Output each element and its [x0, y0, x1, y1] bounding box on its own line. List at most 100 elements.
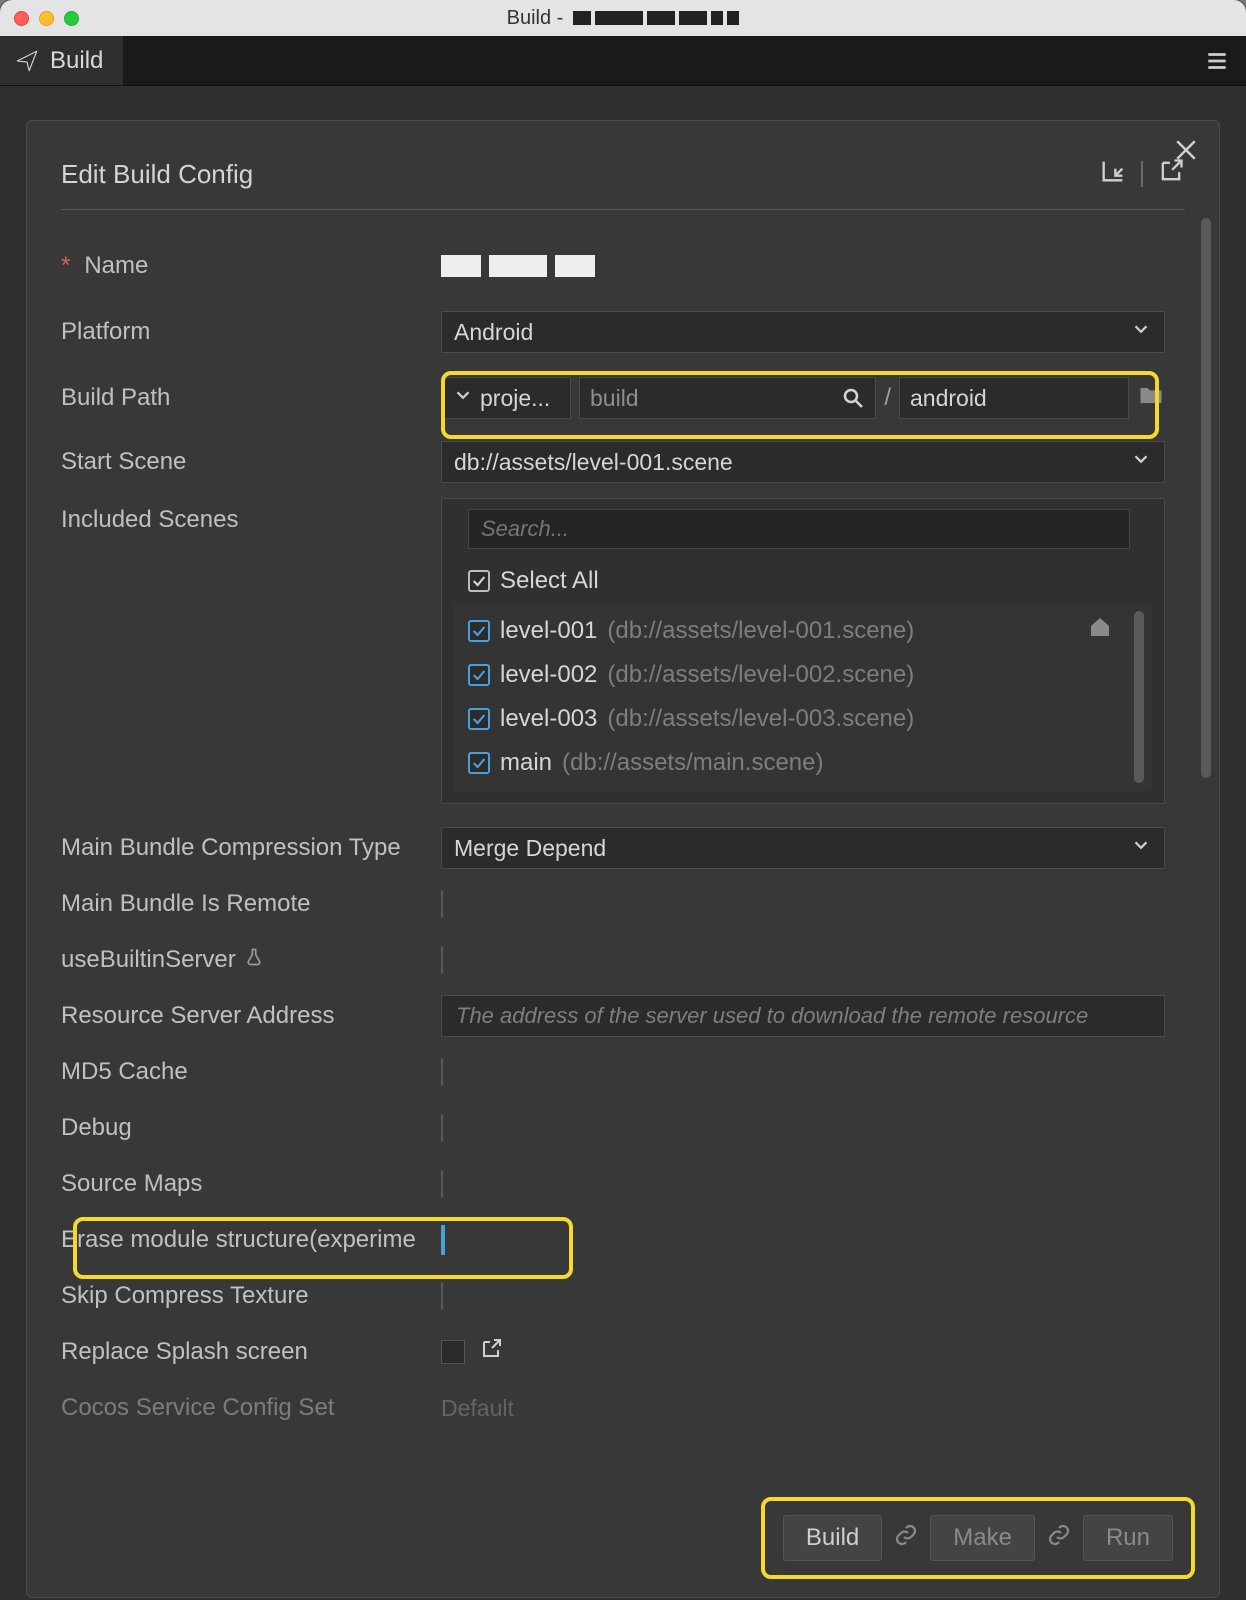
is-remote-checkbox[interactable]: [441, 890, 443, 918]
row-name: * Name: [61, 238, 1195, 294]
included-scenes-label: Included Scenes: [61, 506, 238, 534]
tab-label: Build: [50, 47, 103, 75]
build-config-panel: Edit Build Config * Name: [26, 120, 1220, 1598]
md5-label: MD5 Cache: [61, 1058, 188, 1086]
row-build-path: Build Path proje... build / and: [61, 370, 1195, 426]
start-scene-value: db://assets/level-001.scene: [454, 449, 733, 476]
debug-checkbox[interactable]: [441, 1114, 443, 1142]
compression-label: Main Bundle Compression Type: [61, 834, 401, 862]
browse-folder-button[interactable]: [1137, 381, 1165, 415]
scene-path: (db://assets/level-002.scene): [607, 661, 914, 689]
platform-label: Platform: [61, 318, 150, 346]
menu-button[interactable]: [1188, 36, 1246, 85]
resource-server-input[interactable]: The address of the server used to downlo…: [441, 995, 1165, 1037]
sourcemaps-checkbox[interactable]: [441, 1170, 443, 1198]
home-icon: [1088, 615, 1112, 639]
window: Build - Build Edit Build Config: [0, 0, 1246, 1600]
chevron-down-icon: [452, 384, 474, 406]
row-erase-module: Erase module structure(experime: [61, 1212, 1195, 1268]
platform-select[interactable]: Android: [441, 311, 1165, 353]
scene-row[interactable]: level-002 (db://assets/level-002.scene): [454, 653, 1152, 697]
scene-row[interactable]: main (db://assets/main.scene): [454, 741, 1152, 785]
make-button[interactable]: Make: [930, 1515, 1035, 1561]
name-value-redacted[interactable]: [441, 245, 1195, 287]
scene-name: level-003: [500, 705, 597, 733]
scene-checkbox[interactable]: [468, 620, 490, 642]
sourcemaps-label: Source Maps: [61, 1170, 202, 1198]
panel-header: Edit Build Config: [27, 121, 1219, 209]
cocos-label: Cocos Service Config Set: [61, 1394, 334, 1422]
row-debug: Debug: [61, 1100, 1195, 1156]
build-path-folder-input[interactable]: build: [579, 377, 876, 419]
compression-select[interactable]: Merge Depend: [441, 827, 1165, 869]
splash-checkbox[interactable]: [441, 1340, 465, 1364]
chevron-down-icon: [1130, 318, 1152, 346]
builtin-server-checkbox[interactable]: [441, 946, 443, 974]
flask-icon: [244, 946, 264, 974]
erase-checkbox[interactable]: [441, 1225, 445, 1255]
scenes-box: Select All level-001 (db://assets/level-…: [441, 498, 1165, 804]
form: * Name Platform Android: [27, 210, 1219, 1440]
compression-value: Merge Depend: [454, 835, 606, 862]
scene-name: level-001: [500, 617, 597, 645]
tab-bar: Build: [0, 36, 1246, 86]
scene-name: level-002: [500, 661, 597, 689]
start-scene-select[interactable]: db://assets/level-001.scene: [441, 441, 1165, 483]
select-all-row[interactable]: Select All: [454, 559, 1152, 603]
start-scene-label: Start Scene: [61, 448, 186, 476]
scene-scrollbar[interactable]: [1134, 611, 1144, 783]
md5-checkbox[interactable]: [441, 1058, 443, 1086]
row-is-remote: Main Bundle Is Remote: [61, 876, 1195, 932]
chevron-down-icon: [1130, 834, 1152, 862]
select-all-checkbox[interactable]: [468, 570, 490, 592]
zoom-window-button[interactable]: [64, 11, 79, 26]
panel-title: Edit Build Config: [61, 159, 253, 190]
link-icon[interactable]: [894, 1523, 918, 1553]
separator: [1141, 161, 1143, 187]
import-config-button[interactable]: [1099, 157, 1127, 191]
build-button[interactable]: Build: [783, 1515, 882, 1561]
splash-label: Replace Splash screen: [61, 1338, 308, 1366]
select-all-label: Select All: [500, 567, 599, 595]
scene-path: (db://assets/level-001.scene): [607, 617, 914, 645]
footer-actions-highlight: Build Make Run: [761, 1497, 1195, 1579]
run-button[interactable]: Run: [1083, 1515, 1173, 1561]
skip-compress-checkbox[interactable]: [441, 1282, 443, 1310]
minimize-window-button[interactable]: [39, 11, 54, 26]
resource-server-label: Resource Server Address: [61, 1002, 334, 1030]
row-start-scene: Start Scene db://assets/level-001.scene: [61, 434, 1195, 490]
close-icon: [1171, 135, 1201, 165]
traffic-lights: [14, 11, 79, 26]
platform-value: Android: [454, 319, 533, 346]
home-scene-button[interactable]: [1088, 615, 1112, 645]
row-splash: Replace Splash screen: [61, 1324, 1195, 1380]
cocos-value: Default: [441, 1395, 514, 1421]
close-window-button[interactable]: [14, 11, 29, 26]
scene-row[interactable]: level-003 (db://assets/level-003.scene): [454, 697, 1152, 741]
debug-label: Debug: [61, 1114, 132, 1142]
paper-plane-icon: [14, 48, 40, 74]
panel-scrollbar[interactable]: [1201, 218, 1211, 778]
scene-row[interactable]: level-001 (db://assets/level-001.scene): [454, 609, 1152, 653]
external-link-icon: [479, 1337, 503, 1361]
mac-titlebar: Build -: [0, 0, 1246, 36]
name-label: Name: [84, 252, 148, 280]
search-icon[interactable]: [841, 386, 865, 416]
erase-label: Erase module structure(experime: [61, 1226, 416, 1254]
scene-search-input[interactable]: [468, 509, 1130, 549]
close-panel-button[interactable]: [1171, 135, 1201, 171]
build-path-target[interactable]: android: [899, 377, 1129, 419]
edit-splash-button[interactable]: [479, 1337, 503, 1367]
row-builtin-server: useBuiltinServer: [61, 932, 1195, 988]
row-compression: Main Bundle Compression Type Merge Depen…: [61, 820, 1195, 876]
build-path-label: Build Path: [61, 384, 170, 412]
scene-checkbox[interactable]: [468, 664, 490, 686]
chevron-down-icon: [1130, 448, 1152, 476]
is-remote-label: Main Bundle Is Remote: [61, 890, 310, 918]
link-icon[interactable]: [1047, 1523, 1071, 1553]
scene-checkbox[interactable]: [468, 752, 490, 774]
required-asterisk: *: [61, 252, 70, 280]
tab-build[interactable]: Build: [0, 36, 124, 85]
build-path-root[interactable]: proje...: [441, 377, 571, 419]
scene-checkbox[interactable]: [468, 708, 490, 730]
